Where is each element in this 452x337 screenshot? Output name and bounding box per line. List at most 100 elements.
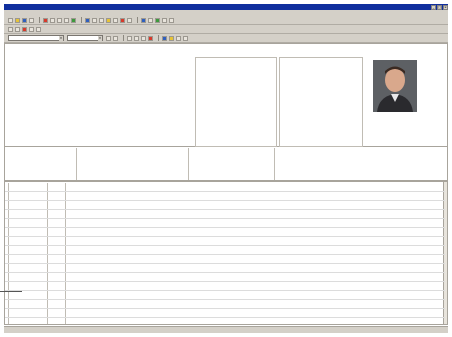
note-icon[interactable] <box>29 26 34 32</box>
entry-text <box>65 300 445 308</box>
save-icon[interactable] <box>22 17 27 23</box>
filter-icon[interactable] <box>106 35 111 41</box>
table-row[interactable] <box>5 300 445 309</box>
row-marker <box>5 201 9 209</box>
table-row[interactable] <box>5 210 445 219</box>
toolbar-separator <box>123 35 124 41</box>
settings-icon[interactable] <box>148 17 153 23</box>
forward-icon[interactable] <box>15 26 20 32</box>
entry-text <box>65 273 445 281</box>
row-marker <box>5 291 9 299</box>
table-row[interactable] <box>5 291 445 300</box>
grid-icon[interactable] <box>176 35 181 41</box>
copy-icon[interactable] <box>57 17 62 23</box>
open-folder-icon[interactable] <box>15 17 20 23</box>
close-icon[interactable]: × <box>443 4 448 10</box>
entry-type <box>47 291 65 299</box>
entry-text <box>65 219 445 227</box>
patient-selector[interactable]: ▾ <box>8 35 64 41</box>
entry-type <box>47 309 65 317</box>
chart-icon[interactable] <box>127 17 132 23</box>
move-down-icon[interactable] <box>134 35 139 41</box>
table-row[interactable] <box>5 309 445 318</box>
main-toolbar <box>4 16 448 25</box>
paste-icon[interactable] <box>64 17 69 23</box>
table-row[interactable] <box>5 228 445 237</box>
row-marker <box>5 237 9 245</box>
move-up-icon[interactable] <box>127 35 132 41</box>
refresh-icon[interactable] <box>36 26 41 32</box>
calendar-icon[interactable] <box>85 17 90 23</box>
help-icon[interactable] <box>169 17 174 23</box>
table-row[interactable] <box>5 183 445 192</box>
table-row[interactable] <box>5 282 445 291</box>
entry-text <box>65 237 445 245</box>
window-icon[interactable] <box>162 17 167 23</box>
diagnoses-box[interactable] <box>195 57 277 147</box>
entry-text <box>65 192 445 200</box>
entry-text <box>65 282 445 290</box>
maximize-icon[interactable]: □ <box>437 4 442 10</box>
permanent-diagnoses-box[interactable] <box>279 57 363 147</box>
table-row[interactable] <box>5 318 445 324</box>
table-row[interactable] <box>5 237 445 246</box>
chart-icon[interactable] <box>141 35 146 41</box>
entry-type <box>47 210 65 218</box>
form-icon[interactable] <box>162 35 167 41</box>
table-row[interactable] <box>5 264 445 273</box>
letter-icon[interactable] <box>106 17 111 23</box>
entry-text <box>65 228 445 236</box>
phone-icon[interactable] <box>99 17 104 23</box>
alert-icon[interactable] <box>22 26 27 32</box>
back-icon[interactable] <box>8 26 13 32</box>
mode-selector[interactable]: ▾ <box>67 35 103 41</box>
annotation-line <box>0 291 22 292</box>
entry-text <box>65 318 445 324</box>
new-document-icon[interactable] <box>8 17 13 23</box>
table-row[interactable] <box>5 219 445 228</box>
row-marker <box>5 318 9 324</box>
delete-icon[interactable] <box>43 17 48 23</box>
toolbar-separator <box>39 17 40 23</box>
edit-icon[interactable] <box>113 35 118 41</box>
table-row[interactable] <box>5 273 445 282</box>
allergies-cell[interactable] <box>77 148 189 180</box>
entry-text <box>65 210 445 218</box>
row-marker <box>5 264 9 272</box>
minimize-icon[interactable]: _ <box>431 4 436 10</box>
table-row[interactable] <box>5 192 445 201</box>
billing-icon[interactable] <box>155 17 160 23</box>
cut-icon[interactable] <box>50 17 55 23</box>
check-icon[interactable] <box>71 17 76 23</box>
chevron-down-icon[interactable]: ▾ <box>59 35 63 41</box>
lab-icon[interactable] <box>113 17 118 23</box>
entry-text <box>65 255 445 263</box>
patient-photo-image <box>373 60 417 112</box>
entry-type <box>47 255 65 263</box>
entry-type <box>47 237 65 245</box>
folder-icon[interactable] <box>169 35 174 41</box>
flag-icon[interactable] <box>148 35 153 41</box>
family-cell[interactable] <box>275 148 447 180</box>
cave-cell[interactable] <box>189 148 275 180</box>
contraindications-cell[interactable] <box>5 148 77 180</box>
print-icon[interactable] <box>29 17 34 23</box>
entry-type <box>47 219 65 227</box>
chevron-down-icon[interactable]: ▾ <box>98 35 102 41</box>
patient-photo <box>373 60 417 112</box>
search-icon[interactable] <box>92 17 97 23</box>
table-row[interactable] <box>5 246 445 255</box>
prescription-icon[interactable] <box>120 17 125 23</box>
row-marker <box>5 273 9 281</box>
info-bar <box>4 147 448 181</box>
entry-text <box>65 201 445 209</box>
table-row[interactable] <box>5 201 445 210</box>
row-marker <box>5 300 9 308</box>
toolbar-separator <box>137 17 138 23</box>
patient-list-icon[interactable] <box>141 17 146 23</box>
entry-type <box>47 264 65 272</box>
row-marker <box>5 192 9 200</box>
table-row[interactable] <box>5 255 445 264</box>
print-icon[interactable] <box>183 35 188 41</box>
entry-type <box>47 273 65 281</box>
